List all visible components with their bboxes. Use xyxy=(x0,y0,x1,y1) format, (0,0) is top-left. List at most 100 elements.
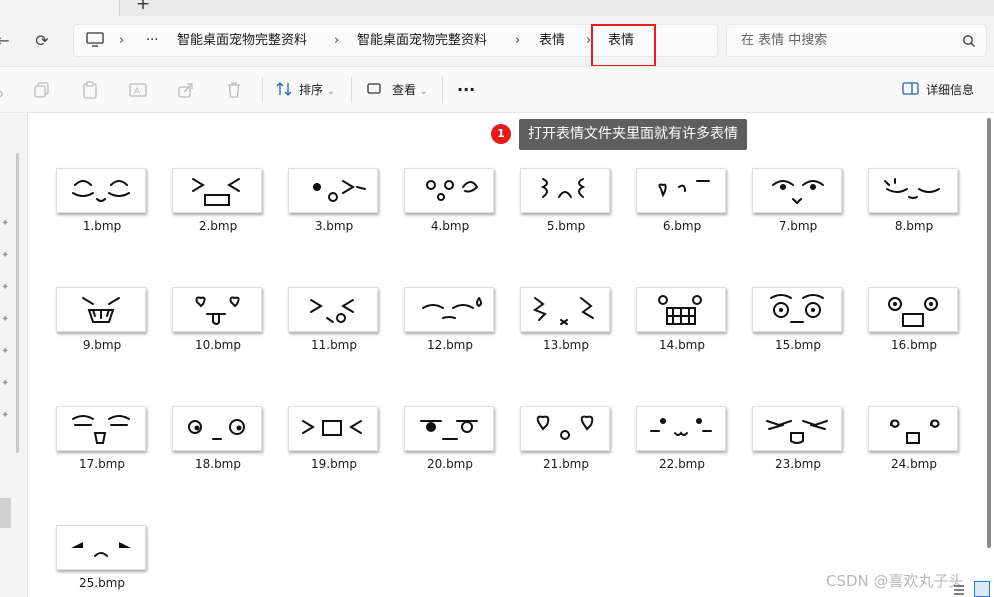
file-item[interactable]: 12.bmp xyxy=(400,287,496,357)
sidebar-selection-indicator[interactable] xyxy=(0,498,11,528)
rename-icon[interactable]: A xyxy=(129,81,147,99)
file-item[interactable]: 24.bmp xyxy=(864,406,960,476)
file-name: 4.bmp xyxy=(430,219,470,233)
file-item[interactable]: 22.bmp xyxy=(632,406,728,476)
file-name: 6.bmp xyxy=(662,219,702,233)
file-item[interactable]: 20.bmp xyxy=(400,406,496,476)
file-name: 20.bmp xyxy=(426,457,473,471)
details-view-icon[interactable] xyxy=(953,584,965,596)
tab-strip: + xyxy=(0,0,994,16)
pin-icon: ✦ xyxy=(1,314,10,325)
copy-icon[interactable] xyxy=(33,81,51,99)
file-item[interactable]: 13.bmp xyxy=(516,287,612,357)
breadcrumb-item[interactable]: 智能桌面宠物完整资料 xyxy=(177,25,307,56)
file-item[interactable]: 9.bmp xyxy=(52,287,148,357)
file-item[interactable]: 17.bmp xyxy=(52,406,148,476)
file-thumbnail[interactable] xyxy=(868,168,958,213)
file-name: 14.bmp xyxy=(658,338,705,352)
tab-active[interactable] xyxy=(0,0,120,16)
file-item[interactable]: 3.bmp xyxy=(284,168,380,238)
file-thumbnail[interactable] xyxy=(404,287,494,332)
file-thumbnail[interactable] xyxy=(288,287,378,332)
paste-icon[interactable] xyxy=(81,81,99,99)
details-pane-button[interactable]: 详细信息 xyxy=(902,77,974,103)
file-thumbnail[interactable] xyxy=(868,287,958,332)
delete-icon[interactable] xyxy=(225,81,243,99)
file-thumbnail[interactable] xyxy=(172,406,262,451)
view-button[interactable]: 查看 ⌄ xyxy=(367,77,428,103)
file-thumbnail[interactable] xyxy=(520,168,610,213)
file-thumbnail[interactable] xyxy=(172,287,262,332)
file-item[interactable]: 16.bmp xyxy=(864,287,960,357)
file-item[interactable]: 19.bmp xyxy=(284,406,380,476)
file-item[interactable]: 4.bmp xyxy=(400,168,496,238)
file-thumbnail[interactable] xyxy=(520,287,610,332)
file-item[interactable]: 8.bmp xyxy=(864,168,960,238)
refresh-icon[interactable]: ⟳ xyxy=(31,30,53,52)
pin-icon: ✦ xyxy=(1,378,10,389)
pin-icon: ✦ xyxy=(1,250,10,261)
command-bar: A 排序 ⌄ 查看 ⌄ ··· 详细信息 xyxy=(0,66,994,113)
toolbar-divider xyxy=(262,77,263,103)
large-icons-view-icon[interactable] xyxy=(974,581,990,597)
back-icon[interactable]: ← xyxy=(0,30,14,52)
file-item[interactable]: 1.bmp xyxy=(52,168,148,238)
file-thumbnail[interactable] xyxy=(752,168,842,213)
file-item[interactable]: 18.bmp xyxy=(168,406,264,476)
file-name: 13.bmp xyxy=(542,338,589,352)
monitor-icon[interactable] xyxy=(86,32,104,52)
file-item[interactable]: 23.bmp xyxy=(748,406,844,476)
file-list[interactable]: 1.bmp 2.bmp 3.bmp 4.bmp 5.bmp 6.bmp 7.bmp 8.bmp… xyxy=(28,113,994,597)
file-thumbnail[interactable] xyxy=(172,168,262,213)
file-item[interactable]: 14.bmp xyxy=(632,287,728,357)
new-tab-button[interactable]: + xyxy=(132,0,154,14)
file-item[interactable]: 11.bmp xyxy=(284,287,380,357)
breadcrumb-more[interactable]: ··· xyxy=(146,25,158,56)
pin-icon: ✦ xyxy=(1,218,10,229)
more-options-button[interactable]: ··· xyxy=(457,77,475,103)
breadcrumb-item[interactable]: 智能桌面宠物完整资料 xyxy=(357,25,487,56)
file-name: 18.bmp xyxy=(194,457,241,471)
search-icon[interactable] xyxy=(962,34,976,48)
file-name: 1.bmp xyxy=(82,219,122,233)
file-thumbnail[interactable] xyxy=(636,406,726,451)
file-item[interactable]: 10.bmp xyxy=(168,287,264,357)
chevron-right-icon[interactable]: › xyxy=(119,25,124,56)
file-thumbnail[interactable] xyxy=(752,287,842,332)
file-thumbnail[interactable] xyxy=(288,406,378,451)
file-thumbnail[interactable] xyxy=(56,168,146,213)
annotation-highlight-box xyxy=(591,24,656,67)
file-thumbnail[interactable] xyxy=(636,168,726,213)
search-input[interactable]: 在 表情 中搜索 xyxy=(726,24,987,57)
file-thumbnail[interactable] xyxy=(520,406,610,451)
file-item[interactable]: 6.bmp xyxy=(632,168,728,238)
file-thumbnail[interactable] xyxy=(288,168,378,213)
file-thumbnail[interactable] xyxy=(404,406,494,451)
vertical-scrollbar[interactable] xyxy=(987,118,992,573)
file-name: 22.bmp xyxy=(658,457,705,471)
file-item[interactable]: 7.bmp xyxy=(748,168,844,238)
sort-label: 排序 xyxy=(299,83,324,97)
cut-icon[interactable] xyxy=(0,81,12,99)
file-thumbnail[interactable] xyxy=(404,168,494,213)
file-thumbnail[interactable] xyxy=(56,525,146,570)
file-thumbnail[interactable] xyxy=(636,287,726,332)
file-item[interactable]: 21.bmp xyxy=(516,406,612,476)
file-thumbnail[interactable] xyxy=(752,406,842,451)
chevron-right-icon[interactable]: › xyxy=(334,25,339,56)
file-thumbnail[interactable] xyxy=(56,406,146,451)
navigation-pane[interactable]: ✦ ✦ ✦ ✦ ✦ ✦ ✦ xyxy=(0,113,28,597)
breadcrumb-item[interactable]: 表情 xyxy=(539,25,565,56)
share-icon[interactable] xyxy=(177,81,195,99)
sidebar-scrollbar[interactable] xyxy=(16,153,19,453)
chevron-right-icon[interactable]: › xyxy=(515,25,520,56)
file-item[interactable]: 2.bmp xyxy=(168,168,264,238)
sort-button[interactable]: 排序 ⌄ xyxy=(276,77,335,103)
scrollbar-thumb[interactable] xyxy=(987,118,991,548)
file-item[interactable]: 15.bmp xyxy=(748,287,844,357)
toolbar-divider xyxy=(442,77,443,103)
file-thumbnail[interactable] xyxy=(56,287,146,332)
file-item[interactable]: 25.bmp xyxy=(52,525,148,595)
file-thumbnail[interactable] xyxy=(868,406,958,451)
file-item[interactable]: 5.bmp xyxy=(516,168,612,238)
